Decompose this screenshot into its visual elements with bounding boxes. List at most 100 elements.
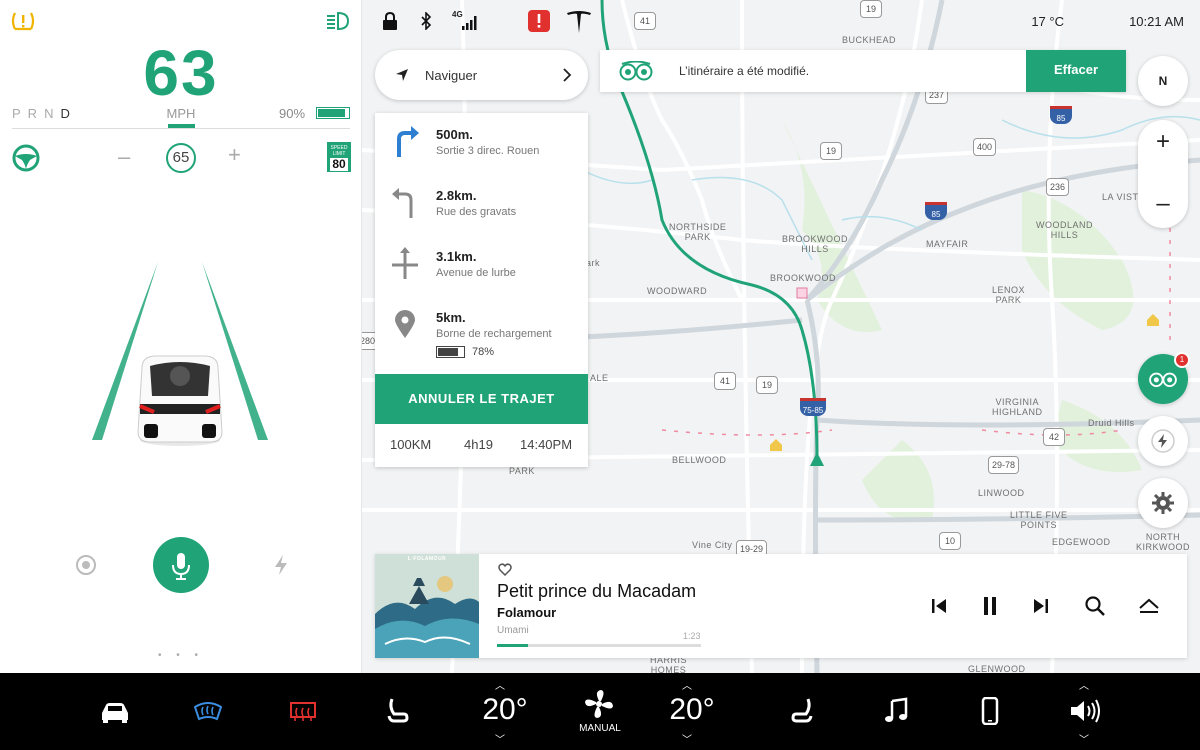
route-shield: 29-78 [988,456,1020,474]
step-street: Rue des gravats [436,206,517,218]
trip-distance: 100KM [390,437,432,452]
step-distance: 3.1km. [436,249,477,264]
expand-player-icon[interactable] [1137,594,1161,618]
fan-icon[interactable] [584,689,614,719]
zoom-out-button[interactable]: – [1138,190,1188,218]
zoom-in-button[interactable]: + [1138,128,1188,156]
cruise-decrease-button[interactable]: – [118,144,130,170]
battery-fill [318,109,345,117]
map-label: WOODWARD [647,286,708,296]
notification-message: L’itinéraire a été modifié. [679,64,810,78]
car-icon[interactable] [99,697,131,725]
gear-d[interactable]: D [60,106,76,121]
step-distance: 500m. [436,127,473,142]
lightning-icon[interactable] [272,554,290,576]
volume-icon[interactable] [1068,697,1100,725]
alert-icon[interactable] [528,10,550,32]
volume-down-button[interactable]: ﹀ [1074,731,1094,746]
volume-up-button[interactable]: ︿ [1074,677,1094,692]
route-shield: 236 [1046,178,1070,196]
track-progress[interactable] [497,644,701,647]
track-progress-fill [497,644,528,647]
media-player: L·FOLAMOUR Petit prince du Macadam Folam… [375,554,1187,658]
step-street: Sortie 3 direc. Rouen [436,145,540,157]
rear-defrost-icon[interactable] [287,697,319,725]
map-label: BELLWOOD [672,455,727,465]
headlight-icon[interactable] [324,10,350,32]
cancel-trip-button[interactable]: ANNULER LE TRAJET [375,374,588,424]
tpms-warning-icon[interactable] [10,10,36,32]
driver-panel: 63 PRND MPH 90% – 65 + SPEED LIMIT 80 • … [0,0,362,673]
phone-icon[interactable] [974,697,1006,725]
status-bar: 4G 17 °C 10:21 AM [362,0,1200,44]
interstate-shield: 75-85 [800,398,826,416]
camera-icon[interactable] [75,554,97,576]
list-item[interactable]: 5km. Borne de rechargement 78% [375,296,588,366]
next-track-icon[interactable] [1029,594,1053,618]
heart-icon[interactable] [498,563,512,576]
pause-icon[interactable] [978,594,1002,618]
arrival-battery: 78% [472,346,495,358]
step-street: Borne de rechargement [436,328,552,340]
front-defrost-icon[interactable] [192,697,224,725]
list-item[interactable]: 3.1km. Avenue de lurbe [375,235,588,296]
map-label: ALE [590,373,609,383]
right-temp-up-button[interactable]: ︿ [677,677,697,692]
list-item[interactable]: 2.8km. Rue des gravats [375,174,588,235]
map-label: LITTLE FIVE POINTS [1010,510,1068,530]
left-temp-down-button[interactable]: ﹀ [490,731,510,746]
compass-label: N [1158,74,1168,88]
microphone-icon [172,553,190,580]
zoom-control: + – [1138,120,1188,228]
compass-button[interactable]: N [1138,56,1188,106]
map-label: MAYFAIR [926,239,969,249]
tripadvisor-icon [619,61,653,81]
voice-command-button[interactable] [153,537,209,593]
tripadvisor-button[interactable]: 1 [1138,352,1190,404]
list-item[interactable]: 500m. Sortie 3 direc. Rouen [375,113,588,174]
route-shield: 42 [1043,428,1065,446]
right-temperature[interactable]: 20° [662,693,722,727]
settings-button[interactable] [1138,478,1188,528]
seat-heater-right-icon[interactable] [786,697,818,725]
battery-fill [438,348,458,356]
route-shield: 41 [714,372,736,390]
route-changed-notification: L’itinéraire a été modifié. Effacer [600,50,1126,92]
previous-track-icon[interactable] [927,594,951,618]
dismiss-button[interactable]: Effacer [1026,50,1126,92]
track-title: Petit prince du Macadam [497,581,697,601]
page-indicator[interactable]: • • • [0,650,361,661]
track-artist: Folamour [497,605,557,620]
clock: 10:21 AM [1129,14,1184,29]
lock-icon[interactable] [382,12,398,30]
cruise-increase-button[interactable]: + [228,142,241,168]
charging-button[interactable] [1138,416,1188,466]
cruise-set-speed[interactable]: 65 [166,143,196,173]
gear-selector[interactable]: PRND [12,106,77,121]
right-temp-down-button[interactable]: ﹀ [677,731,697,746]
navigate-search-button[interactable]: Naviguer [375,50,588,100]
left-temperature[interactable]: 20° [475,693,535,727]
tesla-logo-icon[interactable] [566,10,592,34]
map-label: NORTHSIDE PARK [669,222,727,242]
album-art[interactable]: L·FOLAMOUR [375,554,479,658]
music-note-icon[interactable] [880,697,912,725]
gear-icon [1152,492,1174,514]
seat-heater-left-icon[interactable] [382,697,414,725]
search-icon[interactable] [1083,594,1107,618]
location-pin-icon [395,310,415,338]
divider [12,128,350,129]
map-label: Druid Hills [1088,418,1135,428]
left-temp-up-button[interactable]: ︿ [490,677,510,692]
steering-wheel-icon[interactable] [12,144,40,172]
gear-r[interactable]: R [28,106,44,121]
bluetooth-icon[interactable] [420,12,432,30]
gear-n[interactable]: N [44,106,60,121]
navigate-label: Naviguer [425,68,478,83]
route-shield: 19 [820,142,842,160]
gear-p[interactable]: P [12,106,28,121]
turn-by-turn-list: 500m. Sortie 3 direc. Rouen 2.8km. Rue d… [375,113,588,467]
outside-temperature: 17 °C [1031,14,1064,29]
map-label: PARK [509,466,535,476]
map-label: NORTH KIRKWOOD [1136,532,1191,552]
